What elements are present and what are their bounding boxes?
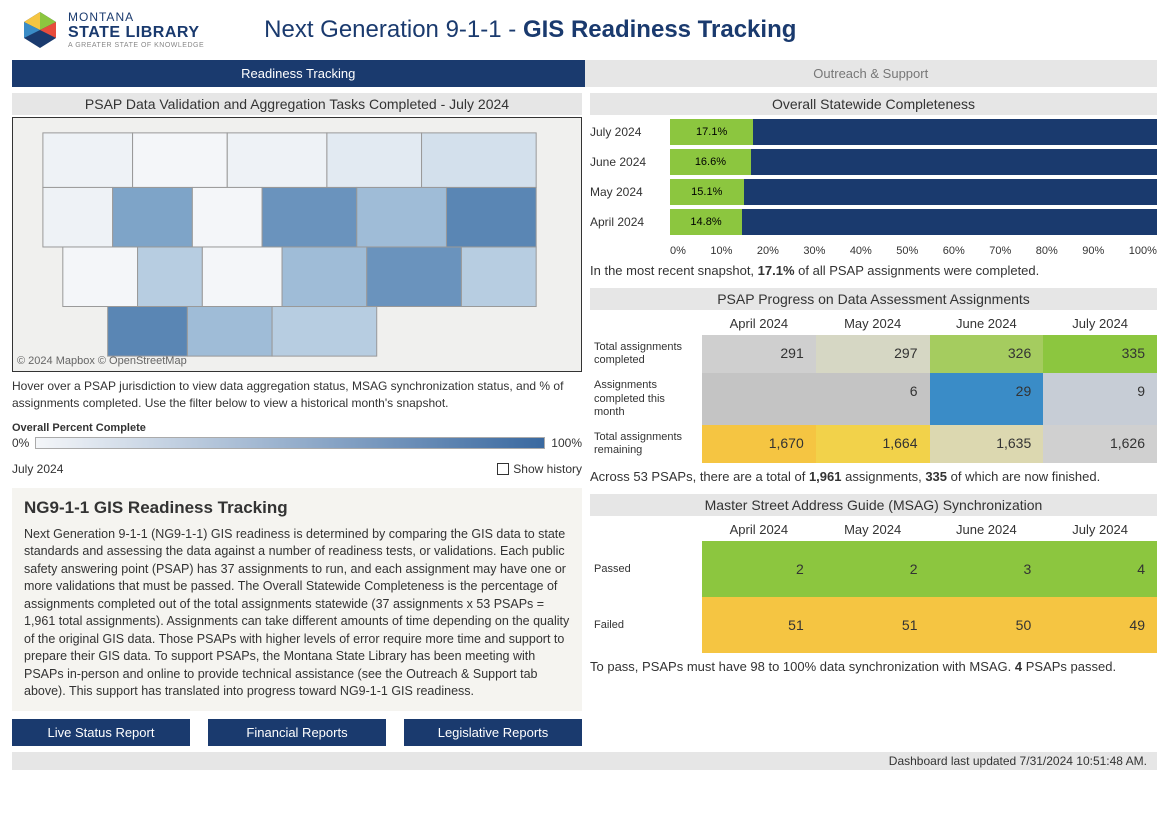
cell: 326 (930, 335, 1044, 373)
column-header: July 2024 (1043, 518, 1157, 541)
checkbox-icon[interactable] (497, 463, 509, 475)
row-label: Total assignments completed (590, 335, 702, 373)
bar-label: July 2024 (590, 125, 670, 139)
logo-text: MONTANA STATE LIBRARY A GREATER STATE OF… (68, 11, 204, 49)
column-header: April 2024 (702, 312, 816, 335)
row-label: Assignments completed this month (590, 373, 702, 425)
cell: 50 (930, 597, 1044, 653)
column-header: April 2024 (702, 518, 816, 541)
map-help-text: Hover over a PSAP jurisdiction to view d… (12, 378, 582, 412)
cell: 4 (1043, 541, 1157, 597)
column-header: June 2024 (930, 518, 1044, 541)
completeness-axis: 0%10%20%30%40%50%60%70%80%90%100% (670, 243, 1157, 257)
cell: 1,664 (816, 425, 930, 463)
cell (702, 373, 816, 425)
bar-row: April 202414.8% (590, 209, 1157, 235)
cell: 1,635 (930, 425, 1044, 463)
bar-value: 15.1% (670, 179, 744, 205)
bar-label: April 2024 (590, 215, 670, 229)
column-header: May 2024 (816, 312, 930, 335)
row-label: Total assignments remaining (590, 425, 702, 463)
header: MONTANA STATE LIBRARY A GREATER STATE OF… (0, 0, 1169, 60)
row-label: Passed (590, 541, 702, 597)
logo: MONTANA STATE LIBRARY A GREATER STATE OF… (20, 10, 204, 50)
completeness-chart: July 202417.1%June 202416.6%May 202415.1… (590, 117, 1157, 243)
column-header: May 2024 (816, 518, 930, 541)
current-month: July 2024 (12, 462, 63, 476)
msag-grid: April 2024May 2024June 2024July 2024 Pass… (590, 518, 1157, 653)
msag-title: Master Street Address Guide (MSAG) Synch… (590, 494, 1157, 516)
info-panel: NG9-1-1 GIS Readiness Tracking Next Gene… (12, 488, 582, 711)
completeness-title: Overall Statewide Completeness (590, 93, 1157, 115)
bar-value: 14.8% (670, 209, 742, 235)
info-heading: NG9-1-1 GIS Readiness Tracking (24, 498, 570, 518)
bar-label: May 2024 (590, 185, 670, 199)
cell: 51 (702, 597, 816, 653)
live-status-report-button[interactable]: Live Status Report (12, 719, 190, 746)
cell: 1,626 (1043, 425, 1157, 463)
progress-grid: April 2024May 2024June 2024July 2024 Tota… (590, 312, 1157, 463)
financial-reports-button[interactable]: Financial Reports (208, 719, 386, 746)
tabs: Readiness Tracking Outreach & Support (12, 60, 1157, 87)
bar-row: June 202416.6% (590, 149, 1157, 175)
cell: 297 (816, 335, 930, 373)
progress-title: PSAP Progress on Data Assessment Assignm… (590, 288, 1157, 310)
legend: 0% 100% (12, 436, 582, 450)
show-history-toggle[interactable]: Show history (497, 462, 582, 476)
bar-label: June 2024 (590, 155, 670, 169)
info-body: Next Generation 9-1-1 (NG9-1-1) GIS read… (24, 526, 570, 701)
cell: 291 (702, 335, 816, 373)
column-header: July 2024 (1043, 312, 1157, 335)
tab-readiness-tracking[interactable]: Readiness Tracking (12, 60, 585, 87)
cell: 2 (816, 541, 930, 597)
cell: 335 (1043, 335, 1157, 373)
cell: 2 (702, 541, 816, 597)
legend-title: Overall Percent Complete (12, 422, 582, 434)
cell: 9 (1043, 373, 1157, 425)
page-title: Next Generation 9-1-1 - GIS Readiness Tr… (264, 16, 796, 44)
cell: 1,670 (702, 425, 816, 463)
bar-value: 16.6% (670, 149, 751, 175)
tab-outreach-support[interactable]: Outreach & Support (585, 60, 1158, 87)
completeness-summary: In the most recent snapshot, 17.1% of al… (590, 263, 1157, 278)
bar-row: July 202417.1% (590, 119, 1157, 145)
legislative-reports-button[interactable]: Legislative Reports (404, 719, 582, 746)
msag-summary: To pass, PSAPs must have 98 to 100% data… (590, 659, 1157, 674)
logo-icon (20, 10, 60, 50)
progress-summary: Across 53 PSAPs, there are a total of 1,… (590, 469, 1157, 484)
row-label: Failed (590, 597, 702, 653)
footer-updated: Dashboard last updated 7/31/2024 10:51:4… (12, 752, 1157, 770)
cell: 6 (816, 373, 930, 425)
cell: 3 (930, 541, 1044, 597)
column-header: June 2024 (930, 312, 1044, 335)
map-attribution: © 2024 Mapbox © OpenStreetMap (17, 355, 187, 367)
cell: 49 (1043, 597, 1157, 653)
map-title: PSAP Data Validation and Aggregation Tas… (12, 93, 582, 115)
cell: 51 (816, 597, 930, 653)
bar-value: 17.1% (670, 119, 753, 145)
map[interactable]: © 2024 Mapbox © OpenStreetMap (12, 117, 582, 372)
cell: 29 (930, 373, 1044, 425)
bar-row: May 202415.1% (590, 179, 1157, 205)
